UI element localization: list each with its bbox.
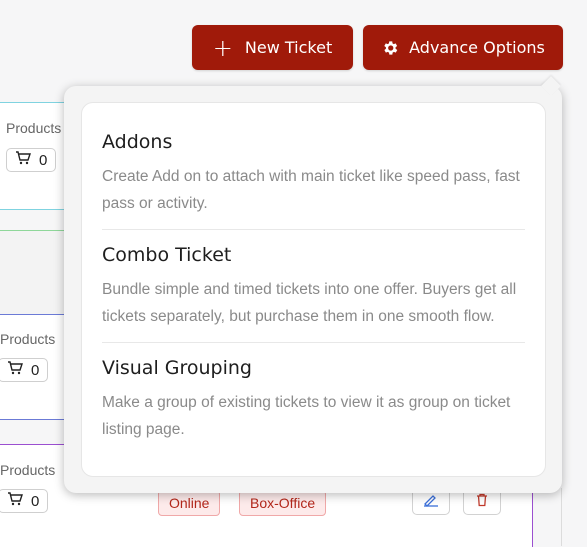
products-label: Products (0, 331, 56, 347)
cart-count: 0 (31, 361, 40, 379)
menu-item-title: Addons (102, 131, 173, 153)
advance-options-menu: Addons Create Add on to attach with main… (64, 86, 562, 493)
channel-tag-online: Online (158, 490, 221, 516)
new-ticket-button[interactable]: + New Ticket (192, 25, 353, 70)
menu-item-addons[interactable]: Addons Create Add on to attach with main… (102, 117, 525, 230)
new-ticket-label: New Ticket (244, 38, 333, 57)
gear-icon (381, 39, 399, 57)
menu-item-description: Make a group of existing tickets to view… (102, 394, 511, 438)
cart-count: 0 (39, 151, 48, 169)
channel-tag-box-office: Box-Office (239, 490, 327, 516)
advance-options-label: Advance Options (409, 38, 545, 57)
menu-item-description: Create Add on to attach with main ticket… (102, 168, 520, 212)
trash-icon (475, 492, 489, 511)
cart-count: 0 (31, 492, 40, 510)
cart-count-button[interactable]: 0 (0, 358, 49, 382)
menu-item-title: Combo Ticket (102, 244, 232, 266)
cart-count-button[interactable]: 0 (6, 148, 57, 172)
advance-options-list: Addons Create Add on to attach with main… (81, 102, 546, 477)
products-label: Products (0, 462, 56, 478)
cart-icon (7, 492, 23, 510)
cart-icon (15, 151, 31, 169)
ticket-card (0, 230, 66, 315)
cart-icon (7, 361, 23, 379)
menu-item-visual-grouping[interactable]: Visual Grouping Make a group of existing… (102, 343, 525, 455)
plus-icon: + (212, 33, 233, 62)
edit-icon (422, 492, 440, 511)
menu-item-description: Bundle simple and timed tickets into one… (102, 281, 517, 325)
products-label: Products (6, 120, 62, 136)
advance-options-button[interactable]: Advance Options (363, 25, 563, 70)
menu-item-title: Visual Grouping (102, 357, 252, 379)
menu-item-combo-ticket[interactable]: Combo Ticket Bundle simple and timed tic… (102, 230, 525, 343)
divider (561, 488, 562, 546)
cart-count-button[interactable]: 0 (0, 489, 49, 513)
